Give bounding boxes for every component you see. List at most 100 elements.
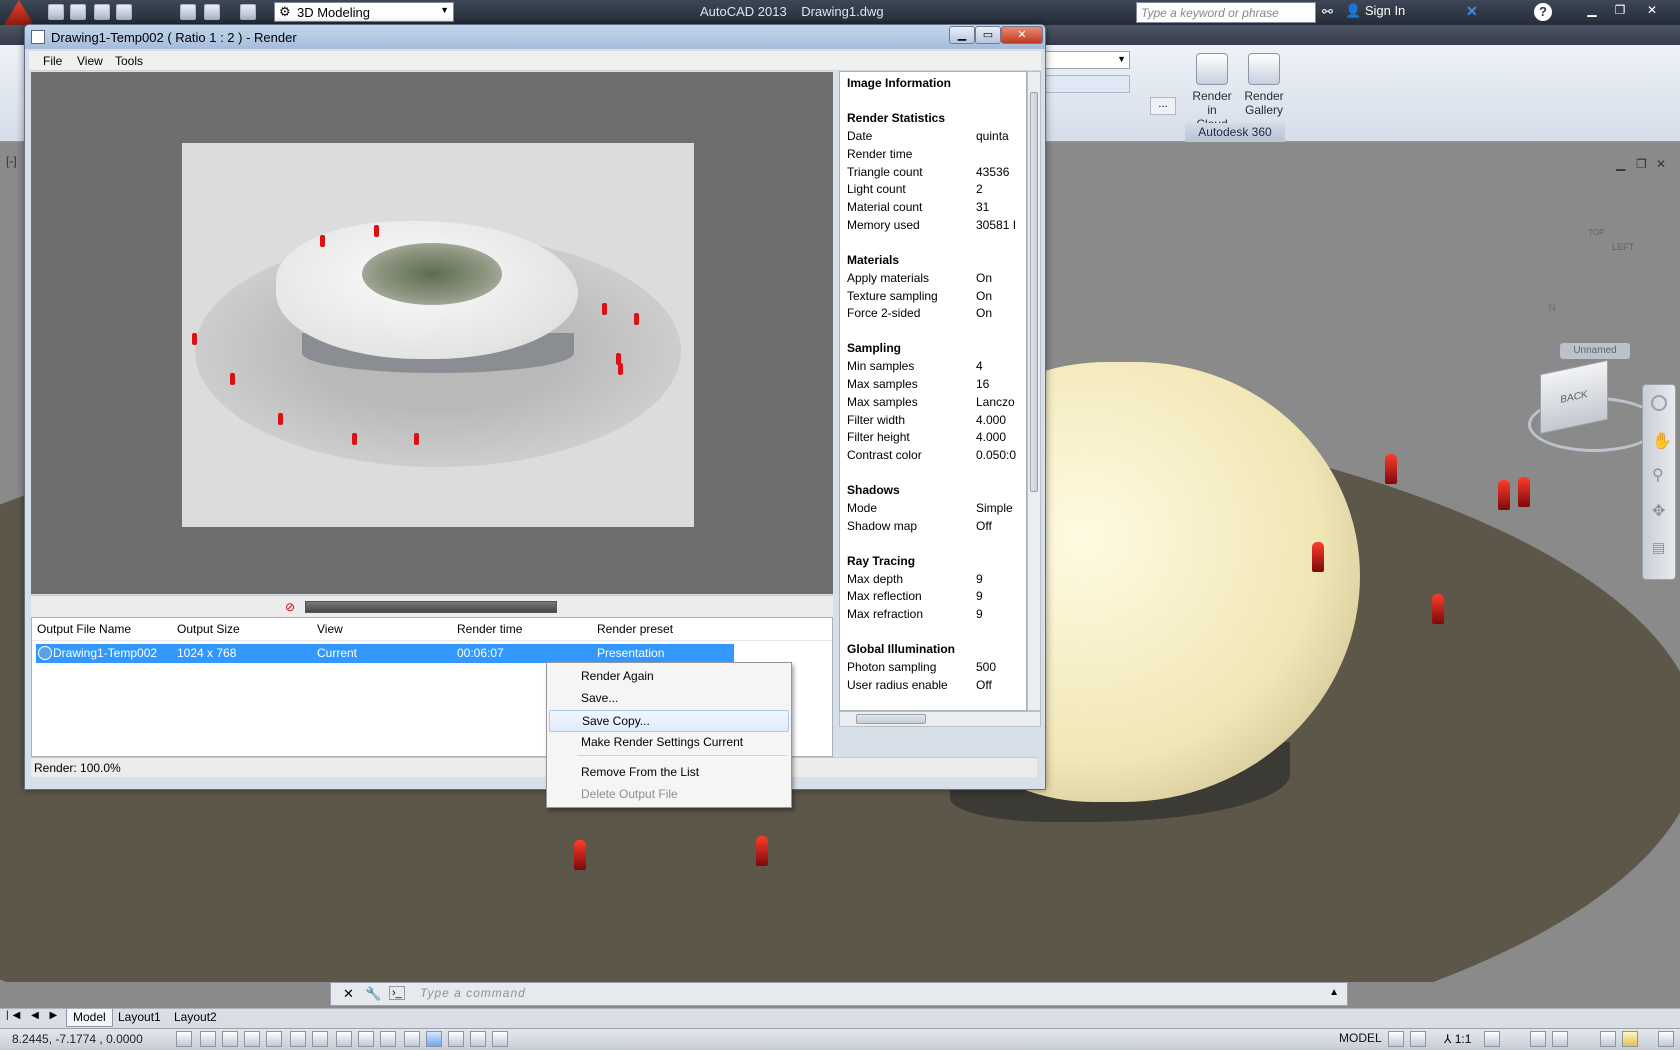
- browse-button[interactable]: ...: [1150, 97, 1176, 115]
- model-space-toggle[interactable]: MODEL: [1339, 1031, 1382, 1045]
- annotation-visibility-icon[interactable]: [1484, 1031, 1500, 1047]
- sign-in-button[interactable]: 👤 Sign In: [1345, 3, 1405, 19]
- render-window[interactable]: Drawing1-Temp002 ( Ratio 1 : 2 ) - Rende…: [24, 24, 1046, 790]
- menu-tools[interactable]: Tools: [115, 54, 143, 68]
- render-close-button[interactable]: ✕: [1001, 26, 1043, 44]
- 3d-osnap-icon[interactable]: [312, 1031, 328, 1047]
- info-section-title: Materials: [847, 252, 900, 267]
- viewcube-left-face[interactable]: LEFT: [1612, 242, 1634, 252]
- annotation-monitor-icon[interactable]: [492, 1031, 508, 1047]
- close-command-icon[interactable]: ✕: [343, 986, 354, 1002]
- restore-button[interactable]: ❐: [1608, 0, 1632, 20]
- save-as-icon[interactable]: [116, 4, 132, 20]
- pan-icon[interactable]: ✋: [1652, 431, 1672, 451]
- tab-layout1[interactable]: Layout1: [112, 1009, 167, 1027]
- cancel-render-icon[interactable]: ⊘: [285, 600, 303, 614]
- scroll-thumb[interactable]: [856, 714, 926, 724]
- redo-icon[interactable]: [240, 4, 256, 20]
- menu-item-save[interactable]: Save...: [549, 688, 789, 710]
- otrack-icon[interactable]: [336, 1031, 352, 1047]
- snap-icon[interactable]: [200, 1031, 216, 1047]
- viewport-restore-icon[interactable]: ❐: [1636, 158, 1648, 170]
- orbit-icon[interactable]: ✥: [1652, 501, 1665, 521]
- close-button[interactable]: ✕: [1640, 0, 1664, 20]
- quick-view-layouts-icon[interactable]: [1388, 1031, 1404, 1047]
- isolate-objects-icon[interactable]: [1622, 1031, 1638, 1047]
- render-maximize-button[interactable]: ▭: [975, 26, 1001, 44]
- viewport-close-icon[interactable]: ✕: [1656, 158, 1668, 170]
- showmotion-icon[interactable]: ▤: [1652, 539, 1665, 556]
- named-view-select[interactable]: Unnamed: [1560, 343, 1630, 359]
- workspace-select[interactable]: ⚙ 3D Modeling ▼: [274, 2, 454, 22]
- render-preview-pane[interactable]: [31, 72, 833, 594]
- render-window-titlebar[interactable]: Drawing1-Temp002 ( Ratio 1 : 2 ) - Rende…: [25, 25, 1045, 49]
- help-icon[interactable]: ?: [1534, 3, 1552, 21]
- menu-item-save-copy[interactable]: Save Copy...: [549, 710, 789, 732]
- search-input[interactable]: Type a keyword or phrase: [1136, 2, 1316, 23]
- image-information-panel[interactable]: Image Information Render Statistics Date qu…: [839, 71, 1027, 711]
- lineweight-icon[interactable]: [404, 1031, 420, 1047]
- workspace-switching-icon[interactable]: [1530, 1031, 1546, 1047]
- polar-icon[interactable]: [266, 1031, 282, 1047]
- col-output-file-name[interactable]: Output File Name: [37, 622, 131, 636]
- rendered-person: [278, 413, 283, 425]
- menu-item-render-again[interactable]: Render Again: [549, 666, 789, 688]
- dyn-icon[interactable]: [380, 1031, 396, 1047]
- exchange-icon[interactable]: ✕: [1466, 3, 1478, 20]
- col-view[interactable]: View: [317, 622, 343, 636]
- open-icon[interactable]: [70, 4, 86, 20]
- zoom-icon[interactable]: ⚲: [1652, 465, 1664, 485]
- scroll-thumb[interactable]: [1030, 92, 1038, 492]
- viewport-minimize-icon[interactable]: ▁: [1616, 158, 1628, 170]
- plot-icon[interactable]: [180, 4, 196, 20]
- clean-screen-icon[interactable]: [1658, 1031, 1674, 1047]
- quick-properties-icon[interactable]: [448, 1031, 464, 1047]
- col-render-time[interactable]: Render time: [457, 622, 522, 636]
- infer-constraints-icon[interactable]: [176, 1031, 192, 1047]
- menu-view[interactable]: View: [77, 54, 103, 68]
- new-icon[interactable]: [48, 4, 64, 20]
- render-minimize-button[interactable]: ▁: [949, 26, 975, 44]
- lock-icon[interactable]: [1552, 1031, 1568, 1047]
- menu-item-remove-from-list[interactable]: Remove From the List: [549, 762, 789, 784]
- viewcube-back-face[interactable]: BACK: [1560, 389, 1587, 406]
- quick-view-drawings-icon[interactable]: [1410, 1031, 1426, 1047]
- wrench-icon[interactable]: 🔧: [365, 986, 381, 1002]
- tab-layout2[interactable]: Layout2: [168, 1009, 223, 1027]
- col-render-preset[interactable]: Render preset: [597, 622, 673, 636]
- coordinate-readout[interactable]: 8.2445, -7.1774 , 0.0000: [12, 1032, 143, 1046]
- ribbon-field[interactable]: [1040, 75, 1130, 93]
- autocad-logo-icon[interactable]: [4, 0, 34, 25]
- tab-model[interactable]: Model: [66, 1009, 113, 1027]
- minimize-button[interactable]: ▁: [1580, 0, 1604, 20]
- render-gallery-button[interactable]: Render Gallery: [1238, 49, 1290, 121]
- render-gallery-label-2: Gallery: [1244, 103, 1283, 117]
- info-row-value: 9: [976, 589, 983, 604]
- osnap-icon[interactable]: [290, 1031, 306, 1047]
- menu-file[interactable]: File: [43, 54, 62, 68]
- table-row[interactable]: Drawing1-Temp002 1024 x 768 Current 00:0…: [36, 644, 734, 663]
- ribbon-dropdown[interactable]: ▼: [1040, 51, 1130, 69]
- ortho-icon[interactable]: [244, 1031, 260, 1047]
- hardware-acceleration-icon[interactable]: [1600, 1031, 1616, 1047]
- menu-item-make-render-settings-current[interactable]: Make Render Settings Current: [549, 732, 789, 754]
- steering-wheel-icon[interactable]: [1651, 395, 1667, 411]
- info-horizontal-scrollbar[interactable]: [839, 711, 1041, 727]
- info-vertical-scrollbar[interactable]: [1027, 71, 1041, 711]
- navigation-bar[interactable]: ✋ ⚲ ✥ ▤: [1642, 384, 1676, 580]
- col-output-size[interactable]: Output Size: [177, 622, 240, 636]
- transparency-icon[interactable]: [426, 1031, 442, 1047]
- viewport-controls[interactable]: [-]: [6, 154, 17, 168]
- command-history-icon[interactable]: ▲: [1329, 987, 1339, 998]
- context-menu[interactable]: Render Again Save... Save Copy... Make R…: [546, 662, 792, 808]
- save-icon[interactable]: [94, 4, 110, 20]
- annotation-scale[interactable]: ⅄ 1:1: [1444, 1032, 1471, 1046]
- ducs-icon[interactable]: [358, 1031, 374, 1047]
- binoculars-icon[interactable]: ⚯: [1322, 4, 1333, 20]
- render-in-cloud-button[interactable]: Render in Cloud: [1186, 49, 1238, 131]
- viewcube-top-face[interactable]: TOP: [1588, 228, 1604, 237]
- grid-icon[interactable]: [222, 1031, 238, 1047]
- undo-icon[interactable]: [204, 4, 220, 20]
- selection-cycling-icon[interactable]: [470, 1031, 486, 1047]
- command-input[interactable]: Type a command: [420, 986, 526, 1000]
